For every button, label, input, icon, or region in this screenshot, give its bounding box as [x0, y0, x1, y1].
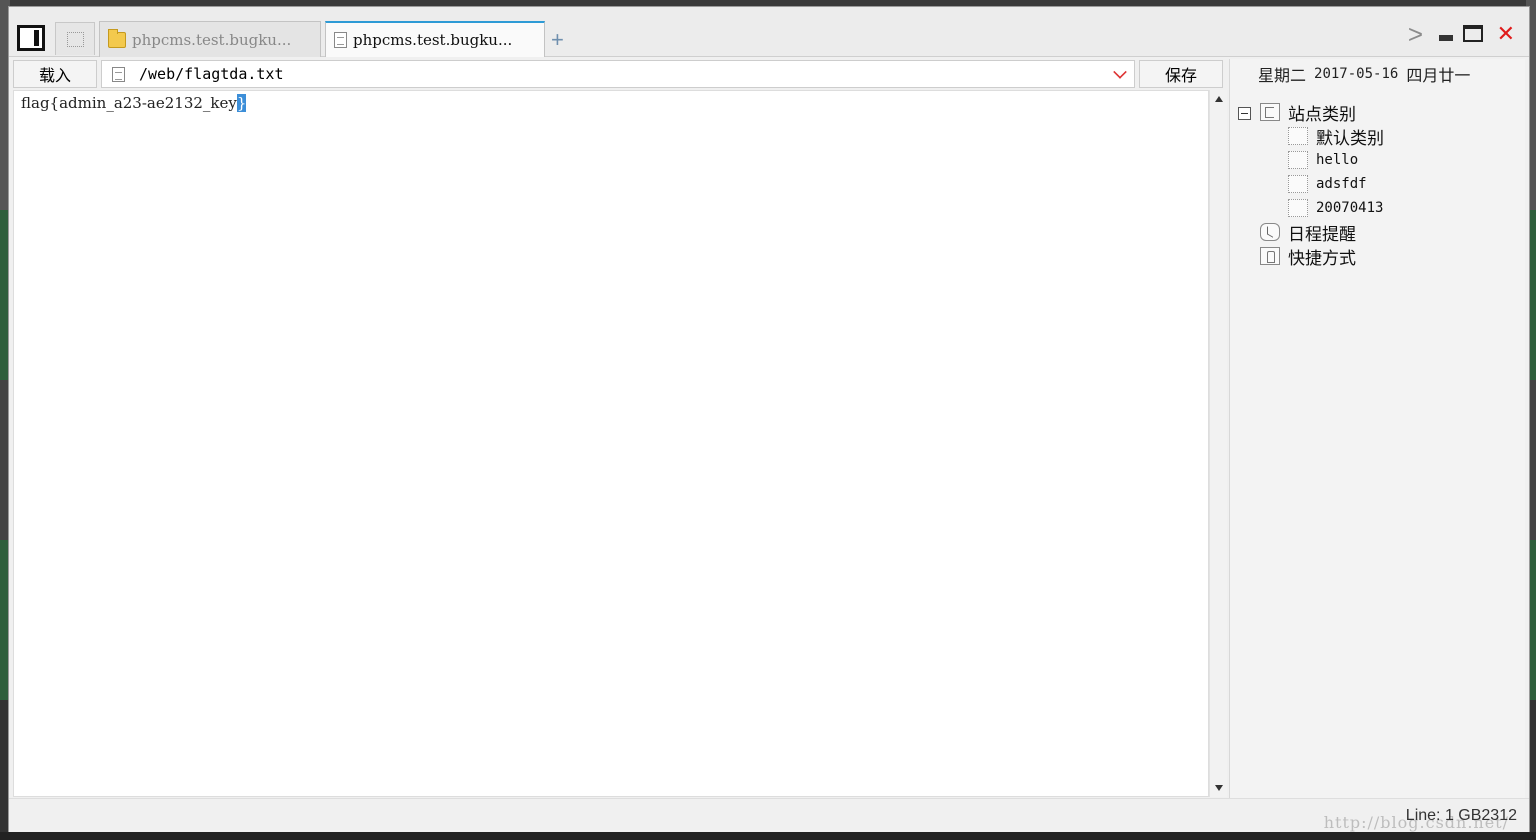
tree-item-shortcuts[interactable]: 快捷方式	[1260, 245, 1356, 268]
file-icon	[112, 66, 125, 82]
path-input[interactable]: /web/flagtda.txt	[101, 60, 1135, 88]
tab-label: phpcms.test.bugku...	[132, 30, 292, 49]
tree-item-label: 日程提醒	[1288, 224, 1356, 244]
tree-item-schedule[interactable]: 日程提醒	[1260, 221, 1356, 244]
tree-item-label: adsfdf	[1316, 176, 1367, 192]
date: 2017-05-16	[1314, 66, 1399, 82]
maximize-button[interactable]	[1463, 25, 1483, 42]
tab-bar: phpcms.test.bugku... phpcms.test.bugku..…	[9, 7, 1529, 57]
chevron-right-icon[interactable]: >	[1408, 19, 1423, 50]
file-manager-window: phpcms.test.bugku... phpcms.test.bugku..…	[8, 6, 1530, 832]
tree-item-20070413[interactable]: 20070413	[1288, 197, 1383, 219]
close-button[interactable]: ✕	[1497, 21, 1515, 47]
side-panel: 星期二 2017-05-16 四月廿一 站点类别 默认类别 hello adsf…	[1229, 59, 1525, 799]
selected-text: }	[236, 94, 247, 112]
scroll-down-icon[interactable]	[1215, 785, 1223, 791]
load-button[interactable]: 载入	[13, 60, 97, 88]
tree-item-site-categories[interactable]: 站点类别	[1260, 101, 1356, 124]
folder-icon	[108, 28, 126, 48]
status-bar: http://blog.csdn.net/ Line: 1 GB2312	[9, 798, 1529, 832]
blank-page-icon	[67, 32, 84, 47]
date-bar: 星期二 2017-05-16 四月廿一	[1230, 59, 1525, 89]
hand-icon	[1260, 247, 1280, 265]
minimize-button[interactable]	[1439, 35, 1453, 41]
desktop-background-bottom	[0, 832, 1536, 840]
tree-item-adsfdf[interactable]: adsfdf	[1288, 173, 1367, 195]
new-tab-button[interactable]: +	[551, 27, 564, 53]
vertical-scrollbar[interactable]	[1209, 90, 1227, 797]
blank-page-icon	[1288, 175, 1308, 193]
tree-item-label: 20070413	[1316, 200, 1384, 216]
tab-label: phpcms.test.bugku...	[353, 31, 513, 49]
tree-item-label: 默认类别	[1316, 128, 1384, 148]
path-text: /web/flagtda.txt	[139, 65, 284, 83]
chevron-down-icon[interactable]	[1113, 65, 1127, 79]
tree-item-label: 快捷方式	[1288, 248, 1356, 268]
tab-file[interactable]: phpcms.test.bugku...	[325, 21, 545, 57]
scroll-up-icon[interactable]	[1215, 96, 1223, 102]
lunar-date: 四月廿一	[1406, 68, 1471, 85]
category-icon	[1260, 103, 1280, 121]
tree-item-label: hello	[1316, 152, 1359, 168]
clock-icon	[1260, 223, 1280, 241]
text-editor[interactable]: flag{admin_a23-ae2132_key}	[13, 90, 1209, 797]
status-text: Line: 1 GB2312	[1405, 807, 1517, 824]
collapse-icon[interactable]	[1238, 107, 1251, 120]
blank-page-icon	[1288, 127, 1308, 145]
tree-item-default[interactable]: 默认类别	[1288, 125, 1384, 148]
blank-tab[interactable]	[55, 22, 95, 55]
blank-page-icon	[1288, 151, 1308, 169]
tree-item-label: 站点类别	[1288, 104, 1356, 124]
file-icon	[334, 32, 347, 48]
weekday: 星期二	[1258, 68, 1307, 85]
editor-text: flag{admin_a23-ae2132_key	[21, 94, 237, 112]
tab-folder[interactable]: phpcms.test.bugku...	[99, 21, 321, 57]
editor-content[interactable]: flag{admin_a23-ae2132_key}	[21, 94, 247, 112]
tree-item-hello[interactable]: hello	[1288, 149, 1358, 171]
panel-toggle-icon[interactable]	[17, 25, 45, 51]
blank-page-icon	[1288, 199, 1308, 217]
save-button[interactable]: 保存	[1139, 60, 1223, 88]
